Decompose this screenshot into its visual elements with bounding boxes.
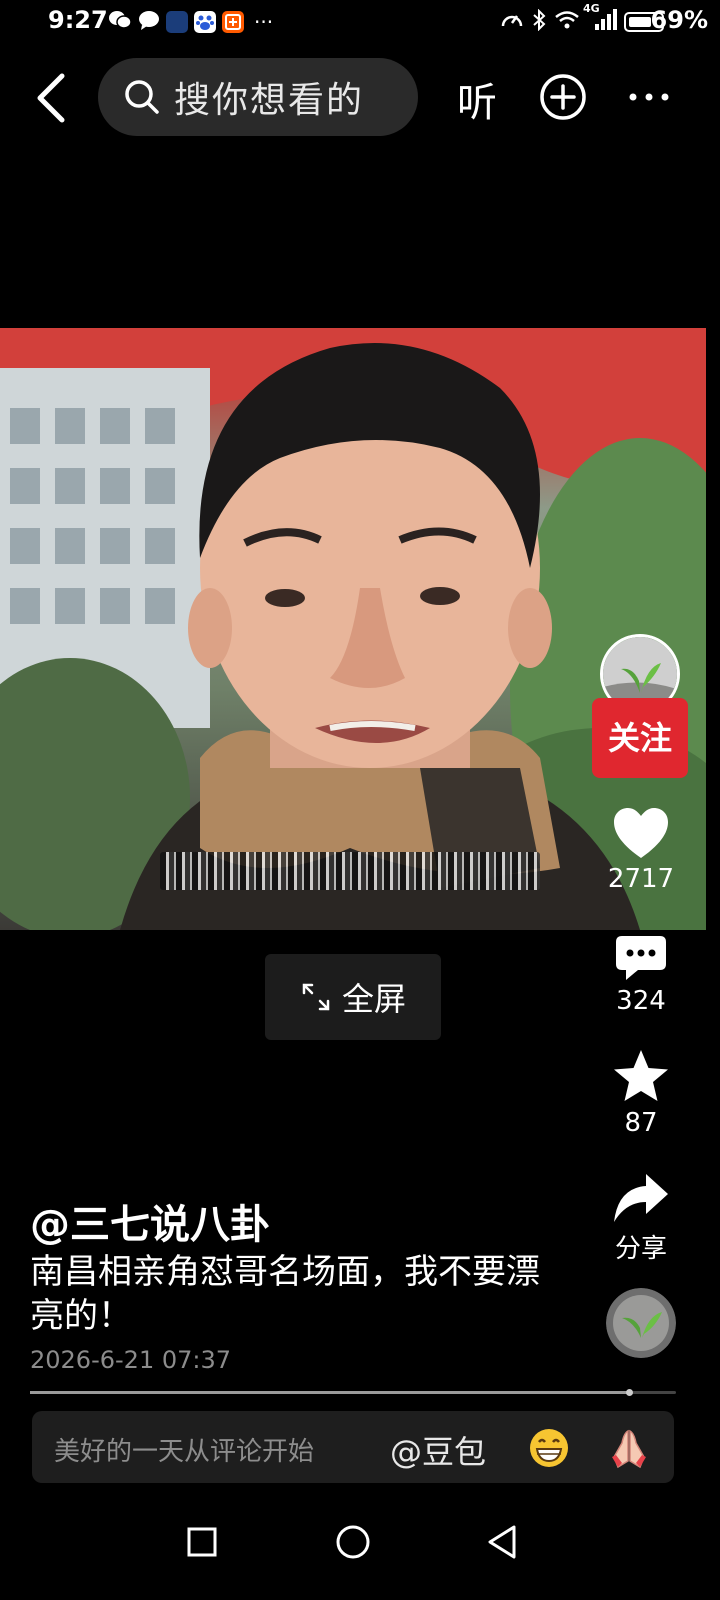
favorite-button[interactable]: 87 [591,1048,691,1138]
circle-icon [336,1525,370,1559]
more-notifications: ··· [254,10,274,34]
search-icon [125,80,159,114]
bluetooth-icon [531,8,547,35]
taobao-icon [222,11,244,33]
favorite-count: 87 [624,1108,658,1138]
system-nav-bar [0,1496,720,1600]
speed-icon [500,9,524,35]
add-button[interactable] [538,72,588,122]
plus-circle-icon [540,74,586,120]
share-label: 分享 [614,1234,667,1264]
grin-emoji-button[interactable] [528,1427,570,1469]
star-icon [614,1050,668,1101]
wechat-icon [108,9,132,35]
comment-bar: 美好的一天从评论开始 @豆包 [32,1411,674,1483]
back-button[interactable] [30,70,80,126]
network-type-label: 4G [583,2,600,15]
fullscreen-label: 全屏 [341,980,406,1018]
music-disc-avatar[interactable] [606,1288,676,1358]
message-icon [138,9,160,35]
search-input[interactable]: 搜你想看的 [98,58,418,136]
pray-emoji-button[interactable] [608,1427,650,1469]
comment-icon [616,936,666,980]
game-app-icon [166,11,188,33]
square-icon [187,1527,217,1557]
status-time: 9:27 [48,6,108,34]
video-progress-bar[interactable] [30,1389,676,1396]
grin-emoji-icon [530,1429,568,1467]
share-button[interactable]: 分享 [591,1172,691,1265]
comment-count: 324 [616,986,666,1016]
comment-button[interactable]: 324 [591,934,691,1016]
more-options-button[interactable] [624,72,674,122]
comment-input[interactable]: 美好的一天从评论开始 [54,1431,314,1468]
home-button[interactable] [323,1512,383,1572]
baidu-icon [194,11,216,33]
status-bar: 9:27 ··· 4G 69% [0,0,720,44]
wifi-icon [554,9,580,35]
listen-button[interactable]: 听 [452,70,502,128]
signal-icon: 4G [583,2,617,36]
follow-button[interactable]: 关注 [592,698,688,778]
author-name[interactable]: @三七说八卦 [30,1192,270,1250]
heart-icon [614,808,668,858]
progress-knob[interactable] [626,1389,633,1396]
more-dots-icon [629,93,669,101]
recents-button[interactable] [172,1512,232,1572]
like-count: 2717 [607,864,675,894]
video-subtitle [160,852,540,890]
triangle-back-icon [488,1525,516,1559]
progress-fill [30,1391,629,1394]
like-button[interactable]: 2717 [591,806,691,894]
fullscreen-button[interactable]: 全屏 [265,954,441,1040]
post-date: 2026-6-21 07:37 [30,1346,231,1374]
expand-icon [302,983,330,1011]
mention-button[interactable]: @豆包 [390,1427,486,1473]
back-nav-button[interactable] [472,1512,532,1572]
video-caption: 南昌相亲角怼哥名场面，我不要漂亮的！ [30,1252,540,1336]
search-placeholder: 搜你想看的 [174,80,365,121]
chevron-left-icon [37,73,65,123]
battery-percent: 69% [650,6,708,34]
share-arrow-icon [614,1174,668,1222]
notification-icons: ··· [108,9,273,35]
pray-hands-icon [612,1429,646,1469]
plant-disc-image [606,1288,676,1358]
system-icons: 4G [500,2,664,36]
